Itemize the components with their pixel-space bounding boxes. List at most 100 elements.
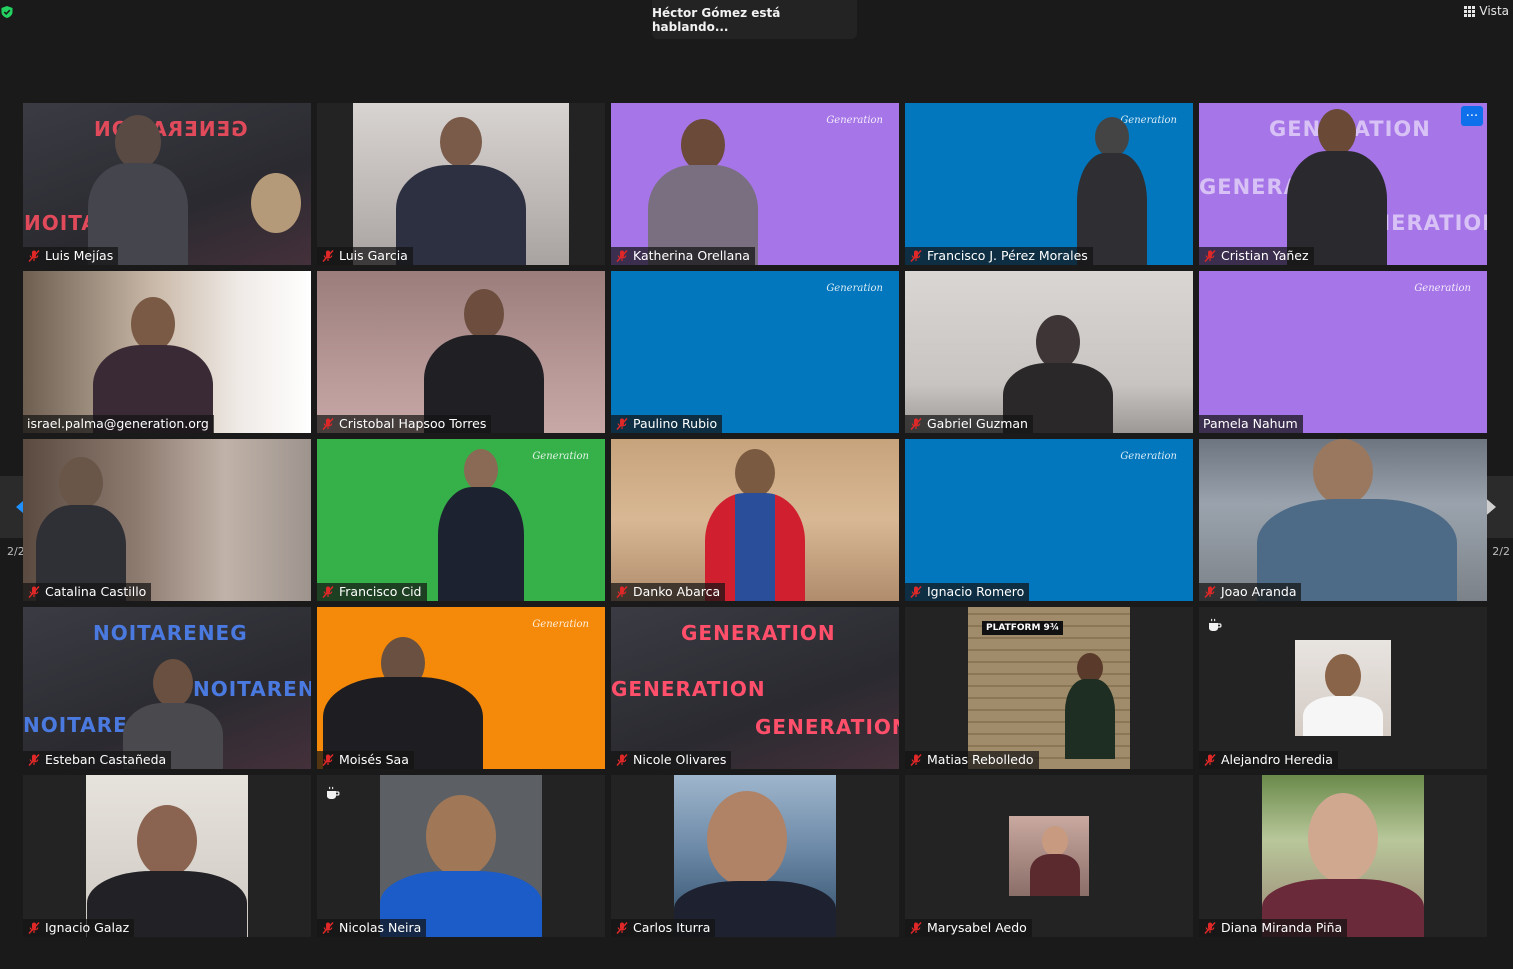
participant-body <box>1303 696 1383 736</box>
participant-video: Generation <box>611 271 899 433</box>
top-bar: Héctor Gómez está hablando... Vista <box>0 0 1513 60</box>
participant-head <box>1308 793 1378 883</box>
participant-head <box>251 173 302 233</box>
muted-microphone-icon <box>616 249 628 262</box>
participant-profile-photo <box>1295 640 1391 736</box>
participant-tile[interactable]: Nicolas Neira <box>317 775 605 937</box>
participant-name: Diana Miranda Piña <box>1221 920 1343 935</box>
generation-logo: Generation <box>532 619 589 630</box>
participant-tile[interactable]: Generation Pamela Nahum <box>1199 271 1487 433</box>
participant-video: GENERATION GENERATION <box>23 103 311 265</box>
participant-name: Ignacio Galaz <box>45 920 130 935</box>
participant-head <box>464 289 505 339</box>
participant-name-label: Francisco Cid <box>317 583 427 601</box>
participant-name: Paulino Rubio <box>633 416 718 431</box>
muted-microphone-icon <box>910 753 922 766</box>
participant-name-label: Esteban Castañeda <box>23 751 172 769</box>
participant-name-label: Cristobal Hapsoo Torres <box>317 415 492 433</box>
participant-tile[interactable]: NOITARENEG NOITARENEG NOITARENEG Esteban… <box>23 607 311 769</box>
generation-logo: Generation <box>826 283 883 294</box>
participant-name: Alejandro Heredia <box>1221 752 1333 767</box>
background-text: GENERATION <box>611 677 766 701</box>
participant-name: Joao Aranda <box>1221 584 1297 599</box>
participant-tile[interactable]: Luis Garcia <box>317 103 605 265</box>
participant-tile[interactable]: Generation Francisco Cid <box>317 439 605 601</box>
muted-microphone-icon <box>616 417 628 430</box>
participant-tile[interactable]: Carlos Iturra <box>611 775 899 937</box>
participant-tile[interactable]: Gabriel Guzman <box>905 271 1193 433</box>
participant-name-label: Francisco J. Pérez Morales <box>905 247 1093 265</box>
view-button[interactable]: Vista <box>1464 4 1509 18</box>
muted-microphone-icon <box>616 585 628 598</box>
participant-tile[interactable]: Marysabel Aedo <box>905 775 1193 937</box>
participant-tile[interactable]: Diana Miranda Piña <box>1199 775 1487 937</box>
participant-tile[interactable]: GENERATION GENERATION GENERATION Nicole … <box>611 607 899 769</box>
participant-body <box>1064 679 1115 759</box>
participant-name: Catalina Castillo <box>45 584 147 599</box>
more-options-button[interactable]: ··· <box>1461 106 1483 126</box>
participant-name-label: Pamela Nahum <box>1199 415 1303 433</box>
coffee-cup-icon <box>1209 618 1222 631</box>
participant-name-label: Nicolas Neira <box>317 919 427 937</box>
participant-tile[interactable]: Joao Aranda <box>1199 439 1487 601</box>
muted-microphone-icon <box>322 753 334 766</box>
participant-name: Cristian Yañez <box>1221 248 1309 263</box>
participant-name: Nicolas Neira <box>339 920 422 935</box>
generation-logo: Generation <box>826 115 883 126</box>
participant-tile[interactable]: Generation Paulino Rubio <box>611 271 899 433</box>
participant-tile[interactable]: Generation Katherina Orellana <box>611 103 899 265</box>
participant-name: Gabriel Guzman <box>927 416 1028 431</box>
participant-name-label: Catalina Castillo <box>23 583 152 601</box>
generation-logo: Generation <box>532 451 589 462</box>
muted-microphone-icon <box>322 585 334 598</box>
participant-head <box>706 791 787 887</box>
participant-head <box>681 119 726 171</box>
participant-tile[interactable]: Ignacio Galaz <box>23 775 311 937</box>
participant-head <box>1313 439 1373 505</box>
participant-profile-photo <box>1262 775 1424 937</box>
participant-tile[interactable]: Generation Moisés Saa <box>317 607 605 769</box>
participant-head <box>152 659 193 707</box>
background-text: NOITARENEG <box>93 621 248 645</box>
participant-tile[interactable]: PLATFORM 9¾ Matias Rebolledo <box>905 607 1193 769</box>
participant-name: Francisco Cid <box>339 584 422 599</box>
participant-video <box>317 271 605 433</box>
encryption-shield-icon[interactable] <box>0 5 14 19</box>
participant-tile[interactable]: Danko Abarca <box>611 439 899 601</box>
participant-name-label: Marysabel Aedo <box>905 919 1032 937</box>
participant-name-label: Alejandro Heredia <box>1199 751 1338 769</box>
participant-name: Cristobal Hapsoo Torres <box>339 416 487 431</box>
participant-tile[interactable]: israel.palma@generation.org <box>23 271 311 433</box>
participant-name-label: Matias Rebolledo <box>905 751 1039 769</box>
participant-name-label: Cristian Yañez <box>1199 247 1314 265</box>
participant-head <box>426 795 496 877</box>
muted-microphone-icon <box>28 753 40 766</box>
participant-name-label: Katherina Orellana <box>611 247 755 265</box>
participant-body <box>438 487 525 601</box>
background-text: GENERATION <box>755 715 899 739</box>
participant-tile[interactable]: Generation Francisco J. Pérez Morales <box>905 103 1193 265</box>
participant-tile[interactable]: Generation Ignacio Romero <box>905 439 1193 601</box>
participant-head <box>1042 826 1069 856</box>
participant-name-label: Luis Mejías <box>23 247 119 265</box>
participant-name-label: Carlos Iturra <box>611 919 716 937</box>
participant-tile[interactable]: Cristobal Hapsoo Torres <box>317 271 605 433</box>
participant-video <box>905 271 1193 433</box>
participant-video: Generation <box>317 607 605 769</box>
muted-microphone-icon <box>28 585 40 598</box>
background-text: GENERATION <box>681 621 836 645</box>
participant-profile-photo <box>674 775 836 937</box>
background-text: NOITARENEG <box>193 677 311 701</box>
participant-tile[interactable]: Catalina Castillo <box>23 439 311 601</box>
view-button-label: Vista <box>1479 4 1509 18</box>
participant-tile[interactable]: Alejandro Heredia <box>1199 607 1487 769</box>
participant-video: GENERATION GENERATION GENERATION <box>1199 103 1487 265</box>
muted-microphone-icon <box>322 249 334 262</box>
participant-tile[interactable]: GENERATION GENERATION Luis Mejías <box>23 103 311 265</box>
participant-name-label: Diana Miranda Piña <box>1199 919 1348 937</box>
muted-microphone-icon <box>28 921 40 934</box>
participant-name: Danko Abarca <box>633 584 721 599</box>
participant-name: Esteban Castañeda <box>45 752 167 767</box>
participant-tile[interactable]: GENERATION GENERATION GENERATION ··· Cri… <box>1199 103 1487 265</box>
participant-head <box>464 449 499 491</box>
